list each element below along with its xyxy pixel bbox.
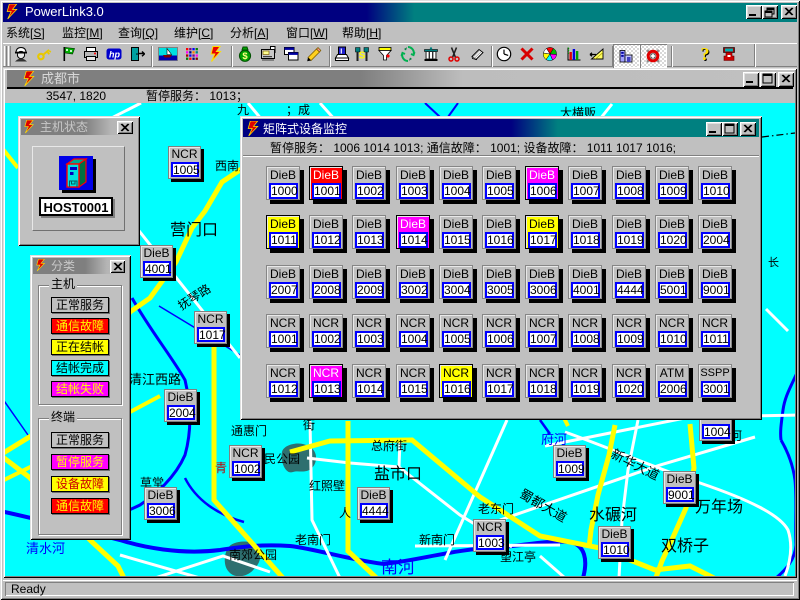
svg-text:hp: hp	[109, 50, 120, 60]
svg-text:?: ?	[701, 46, 710, 62]
svg-text:S: S	[359, 51, 366, 62]
svg-text:$: $	[242, 51, 248, 62]
